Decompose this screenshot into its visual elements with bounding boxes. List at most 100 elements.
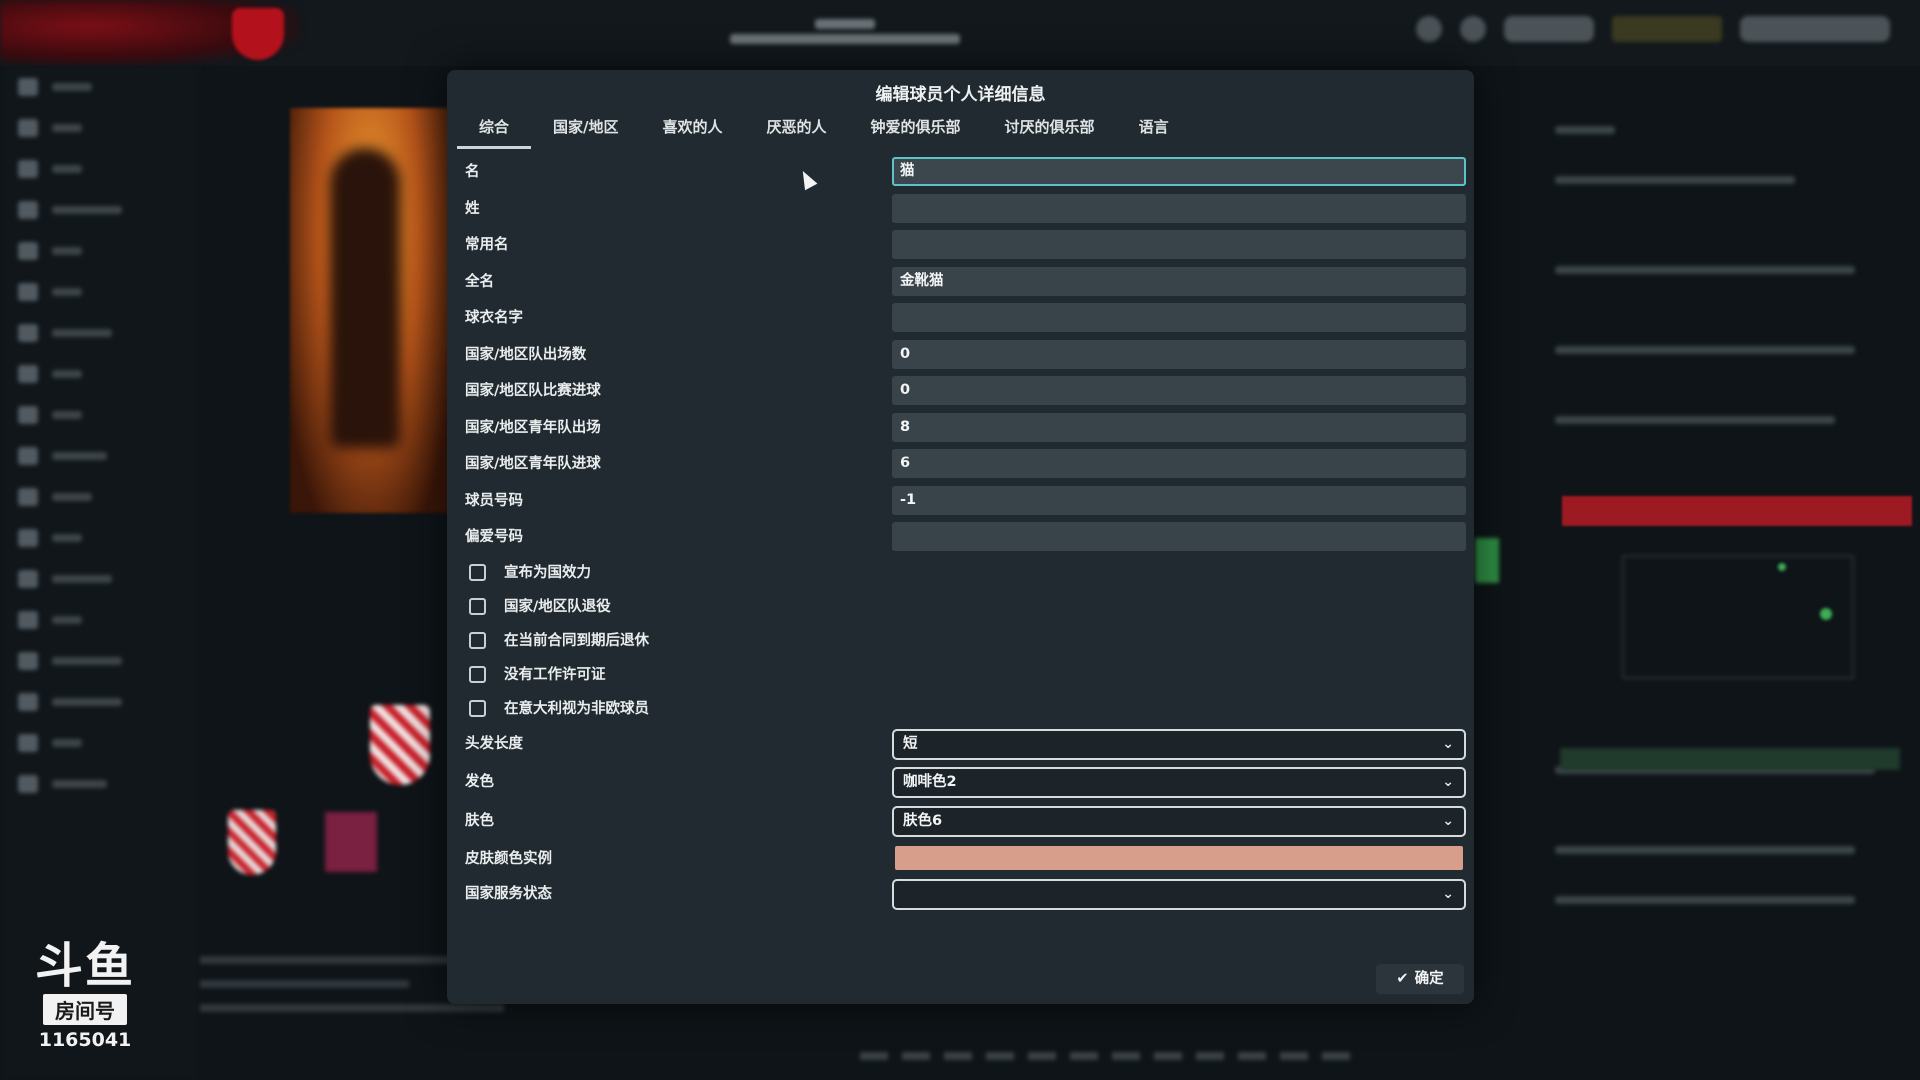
confirm-button[interactable]: ✔ 确定 xyxy=(1376,964,1464,994)
preferred-number-label: 偏爱号码 xyxy=(465,529,523,545)
watermark-label: 房间号 xyxy=(43,994,127,1025)
background-bottom-row xyxy=(860,1045,1540,1067)
youth-caps-input[interactable]: 8 xyxy=(892,412,1466,442)
hair-length-value: 短 xyxy=(903,735,918,752)
full-name-input[interactable]: 金靴猫 xyxy=(892,266,1466,296)
non-eu-italy-checkbox-row[interactable]: 在意大利视为非欧球员 xyxy=(455,692,1466,726)
tab-disliked-people[interactable]: 厌恶的人 xyxy=(745,112,849,146)
skin-color-swatch xyxy=(895,846,1463,870)
declared-for-nation-checkbox[interactable] xyxy=(469,563,486,581)
youth-goals-row: 国家/地区青年队进球 6 xyxy=(455,446,1466,483)
tab-nation[interactable]: 国家/地区 xyxy=(531,112,640,146)
hair-color-value: 咖啡色2 xyxy=(903,774,957,790)
declared-for-nation-checkbox-row[interactable]: 宣布为国效力 xyxy=(455,556,1466,590)
dialog-title: 编辑球员个人详细信息 xyxy=(875,85,1046,105)
first-name-row: 名 猫 xyxy=(455,154,1466,191)
background-green-bar xyxy=(1475,538,1499,583)
dialog-tabs: 综合 国家/地区 喜欢的人 厌恶的人 钟爱的俱乐部 讨厌的俱乐部 语言 xyxy=(457,112,1191,149)
tab-languages[interactable]: 语言 xyxy=(1117,112,1191,146)
intl-caps-input[interactable]: 0 xyxy=(892,339,1466,369)
no-work-permit-label: 没有工作许可证 xyxy=(504,666,606,683)
youth-goals-label: 国家/地区青年队进球 xyxy=(465,456,601,472)
full-name-row: 全名 金靴猫 xyxy=(455,264,1466,301)
hair-length-label: 头发长度 xyxy=(465,735,523,752)
first-name-input[interactable]: 猫 xyxy=(892,157,1466,186)
hair-color-row: 发色 咖啡色2 ⌄ xyxy=(455,764,1466,803)
skin-sample-label: 皮肤颜色实例 xyxy=(465,851,552,867)
national-service-label: 国家服务状态 xyxy=(465,886,552,902)
no-work-permit-checkbox[interactable] xyxy=(469,665,486,683)
player-portrait-background xyxy=(290,108,450,513)
hair-color-select[interactable]: 咖啡色2 ⌄ xyxy=(892,767,1466,798)
background-red-banner xyxy=(1562,496,1912,526)
full-name-label: 全名 xyxy=(465,273,494,290)
hair-color-label: 发色 xyxy=(465,774,494,790)
intl-caps-row: 国家/地区队出场数 0 xyxy=(455,337,1466,374)
form-rows: 名 猫 姓 常用名 全名 金靴猫 球衣名字 国家/地区队出场数 0 国家/地区队… xyxy=(455,154,1466,915)
common-name-label: 常用名 xyxy=(465,237,509,253)
background-title xyxy=(700,14,990,54)
retired-intl-checkbox[interactable] xyxy=(469,597,486,615)
chevron-down-icon: ⌄ xyxy=(1442,886,1454,902)
flag-background xyxy=(325,812,377,872)
hair-length-select[interactable]: 短 ⌄ xyxy=(892,728,1466,760)
intl-goals-row: 国家/地区队比赛进球 0 xyxy=(455,373,1466,410)
skin-tone-select[interactable]: 肤色6 ⌄ xyxy=(892,805,1466,837)
youth-caps-row: 国家/地区青年队出场 8 xyxy=(455,410,1466,447)
youth-goals-input[interactable]: 6 xyxy=(892,449,1466,478)
skin-tone-label: 肤色 xyxy=(465,812,494,829)
background-green-row xyxy=(1560,748,1900,770)
retired-intl-checkbox-row[interactable]: 国家/地区队退役 xyxy=(455,590,1466,624)
youth-caps-label: 国家/地区青年队出场 xyxy=(465,419,601,436)
chevron-down-icon: ⌄ xyxy=(1442,735,1454,752)
first-name-label: 名 xyxy=(465,164,480,180)
retired-intl-label: 国家/地区队退役 xyxy=(504,598,611,615)
national-service-select[interactable]: ⌄ xyxy=(892,879,1466,910)
hair-length-row: 头发长度 短 ⌄ xyxy=(455,726,1466,765)
shirt-name-label: 球衣名字 xyxy=(465,310,523,326)
common-name-input[interactable] xyxy=(892,230,1466,259)
non-eu-italy-checkbox[interactable] xyxy=(469,699,486,717)
shirt-name-row: 球衣名字 xyxy=(455,300,1466,337)
no-work-permit-checkbox-row[interactable]: 没有工作许可证 xyxy=(455,658,1466,692)
confirm-label: 确定 xyxy=(1414,971,1444,987)
intl-goals-input[interactable]: 0 xyxy=(892,376,1466,405)
last-name-label: 姓 xyxy=(465,200,480,217)
declared-for-nation-label: 宣布为国效力 xyxy=(504,564,591,581)
retire-after-contract-checkbox[interactable] xyxy=(469,631,486,649)
skin-sample-row: 皮肤颜色实例 xyxy=(455,841,1466,876)
tab-favoured-people[interactable]: 喜欢的人 xyxy=(641,112,745,146)
tab-disliked-clubs[interactable]: 讨厌的俱乐部 xyxy=(983,112,1117,146)
preferred-number-input[interactable] xyxy=(892,522,1466,551)
background-dot xyxy=(1778,563,1786,571)
background-dot xyxy=(1820,608,1832,620)
squad-number-label: 球员号码 xyxy=(465,492,523,509)
background-toolbar-icons xyxy=(1416,16,1890,42)
tab-favoured-clubs[interactable]: 钟爱的俱乐部 xyxy=(849,112,983,146)
retire-after-contract-checkbox-row[interactable]: 在当前合同到期后退休 xyxy=(455,624,1466,658)
non-eu-italy-label: 在意大利视为非欧球员 xyxy=(504,700,649,717)
national-crest-background xyxy=(370,705,430,785)
chevron-down-icon: ⌄ xyxy=(1442,774,1454,790)
watermark-room-number: 1165041 xyxy=(38,1029,132,1051)
club-crest-background xyxy=(232,8,284,60)
intl-goals-label: 国家/地区队比赛进球 xyxy=(465,383,601,399)
preferred-number-row: 偏爱号码 xyxy=(455,519,1466,556)
last-name-row: 姓 xyxy=(455,191,1466,228)
tab-general[interactable]: 综合 xyxy=(457,112,532,149)
intl-caps-label: 国家/地区队出场数 xyxy=(465,346,587,363)
edit-player-details-dialog: 编辑球员个人详细信息 综合 国家/地区 喜欢的人 厌恶的人 钟爱的俱乐部 讨厌的… xyxy=(447,70,1474,1004)
national-service-row: 国家服务状态 ⌄ xyxy=(455,876,1466,915)
squad-number-row: 球员号码 -1 xyxy=(455,483,1466,520)
background-sidebar xyxy=(0,66,200,1080)
stream-watermark: 斗鱼 房间号 1165041 xyxy=(30,940,140,1051)
shirt-name-input[interactable] xyxy=(892,303,1466,332)
small-crest-background xyxy=(228,810,276,875)
chevron-down-icon: ⌄ xyxy=(1442,812,1454,829)
last-name-input[interactable] xyxy=(892,193,1466,223)
skin-tone-value: 肤色6 xyxy=(903,812,943,829)
skin-tone-row: 肤色 肤色6 ⌄ xyxy=(455,803,1466,842)
squad-number-input[interactable]: -1 xyxy=(892,485,1466,515)
common-name-row: 常用名 xyxy=(455,227,1466,264)
background-pitch xyxy=(1622,555,1854,679)
